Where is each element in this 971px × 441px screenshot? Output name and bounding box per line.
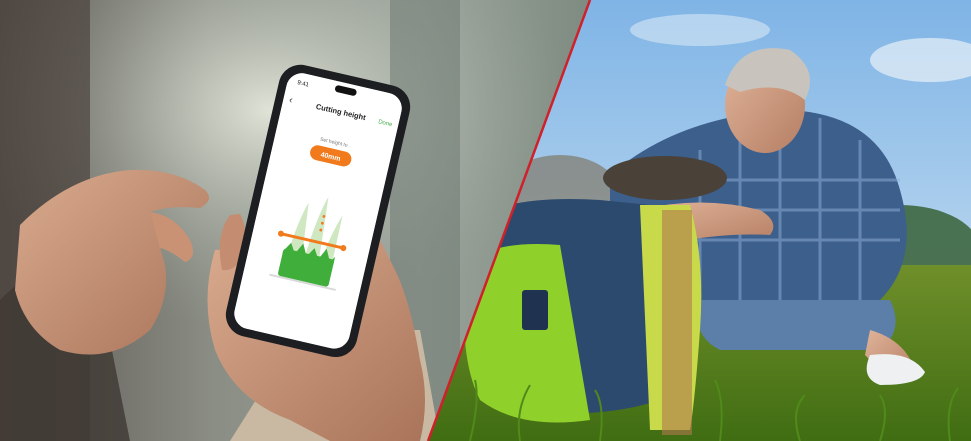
mower-vent: [522, 290, 548, 330]
split-photo-banner: 9:41 ‹ Cutting height Done Set height to…: [0, 0, 971, 441]
denim-shorts: [697, 300, 896, 350]
photo-collage: 9:41 ‹ Cutting height Done Set height to…: [0, 0, 971, 441]
mower-wheel: [603, 156, 727, 200]
